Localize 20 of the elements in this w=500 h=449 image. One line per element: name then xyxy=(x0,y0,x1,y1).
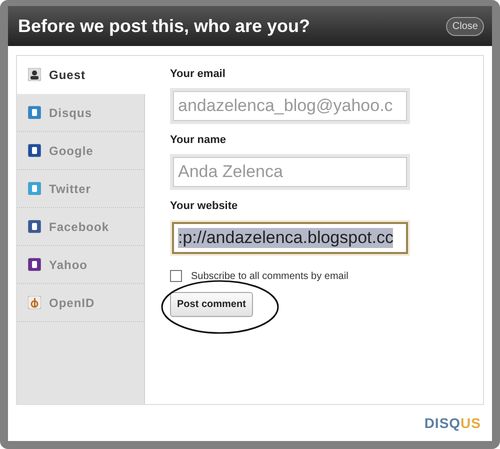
service-icon xyxy=(28,106,41,119)
sidebar-item[interactable]: Guest xyxy=(17,56,145,94)
post-comment-button[interactable]: Post comment xyxy=(170,292,253,317)
close-button[interactable]: Close xyxy=(446,16,484,36)
service-icon xyxy=(28,220,41,233)
window-title: Before we post this, who are you? xyxy=(18,16,310,36)
field-label: Your name xyxy=(170,134,228,146)
input-field[interactable]: andazelenca_blog@yahoo.c xyxy=(170,88,410,124)
checkbox-label: Subscribe to all comments by email xyxy=(191,270,348,282)
checkbox[interactable] xyxy=(170,270,182,282)
service-icon xyxy=(28,144,41,157)
service-icon xyxy=(28,258,41,271)
disqus-logo: DISQUS xyxy=(424,415,481,431)
field-label: Your email xyxy=(170,68,226,80)
input-field[interactable]: Anda Zelenca xyxy=(170,154,410,190)
person-icon xyxy=(28,68,41,81)
service-icon xyxy=(28,182,41,195)
service-icon xyxy=(28,296,41,309)
input-field[interactable]: :p://andazelenca.blogspot.cc xyxy=(170,220,410,256)
field-label: Your website xyxy=(170,200,239,212)
